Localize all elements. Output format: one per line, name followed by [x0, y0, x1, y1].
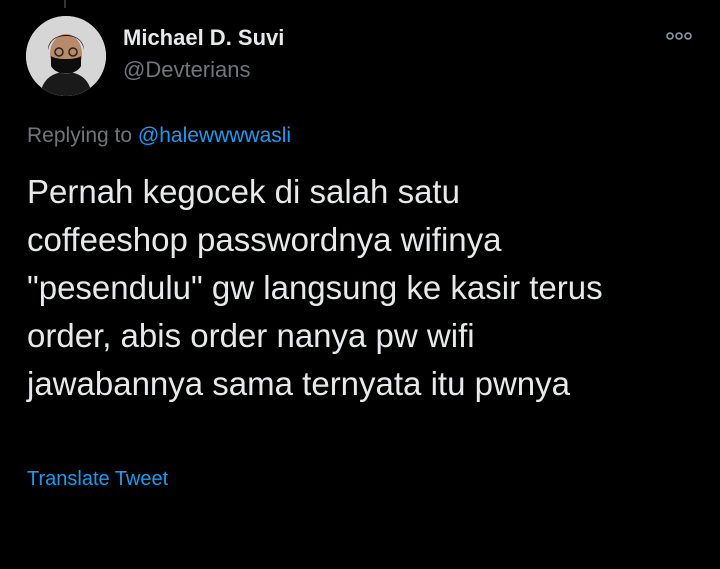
avatar-image	[26, 16, 106, 96]
tweet-author: Michael D. Suvi @Devterians	[123, 24, 284, 84]
more-options-icon	[666, 32, 692, 40]
author-handle[interactable]: @Devterians	[123, 56, 284, 84]
avatar[interactable]	[26, 16, 106, 96]
thread-connector-line	[64, 0, 66, 8]
more-options-button[interactable]	[664, 26, 694, 46]
replying-prefix: Replying to	[27, 124, 133, 147]
translate-tweet-link[interactable]: Translate Tweet	[27, 466, 168, 492]
replying-to-line: Replying to @halewwwwasli	[27, 122, 291, 150]
author-display-name[interactable]: Michael D. Suvi	[123, 24, 284, 52]
replying-to-mention[interactable]: @halewwwwasli	[138, 124, 291, 147]
tweet-text: Pernah kegocek di salah satu coffeeshop …	[27, 173, 603, 402]
